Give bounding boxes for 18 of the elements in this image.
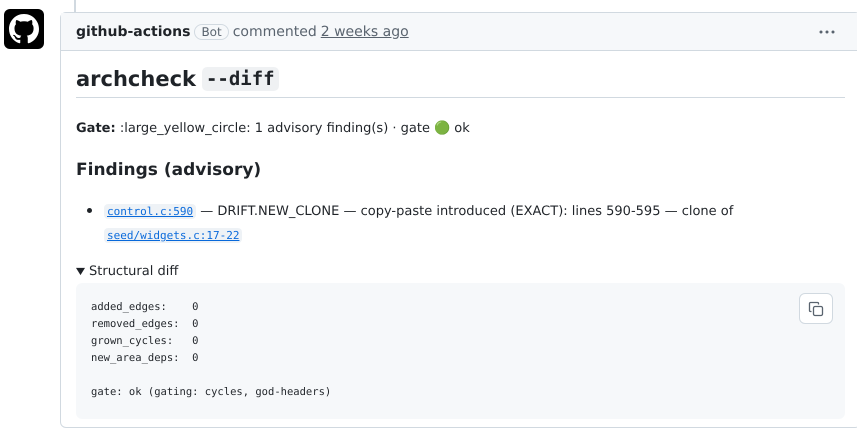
comment-action: commented	[232, 24, 317, 40]
details-summary[interactable]: Structural diff	[89, 264, 178, 279]
copy-icon[interactable]	[799, 293, 833, 324]
more-options-icon[interactable]	[819, 30, 835, 34]
avatar-icon[interactable]	[4, 9, 44, 49]
file-link[interactable]: seed/widgets.c:17-22	[104, 228, 242, 243]
title-code: --diff	[202, 67, 279, 91]
timestamp-link[interactable]: 2 weeks ago	[320, 24, 409, 40]
author-link[interactable]: github-actions	[76, 24, 190, 40]
findings-heading: Findings (advisory)	[76, 160, 262, 180]
gate-line: Gate: :large_yellow_circle: 1 advisory finding(s) · gate 🟢 ok	[76, 120, 471, 136]
code-block: added_edges: 0 removed_edges: 0 grown_cycles: 0 new_area_deps: 0 gate: ok (gating: cycles, god-headers)	[76, 283, 845, 419]
file-link[interactable]: control.c:590	[104, 204, 196, 219]
comment-title: archcheck	[76, 67, 196, 91]
disclosure-triangle-icon[interactable]	[76, 267, 85, 276]
bot-badge: Bot	[194, 24, 229, 40]
finding-text: — DRIFT.NEW_CLONE — copy-paste introduced (EXACT): lines 590-595 — clone of	[200, 204, 734, 219]
bullet-icon	[87, 208, 92, 213]
